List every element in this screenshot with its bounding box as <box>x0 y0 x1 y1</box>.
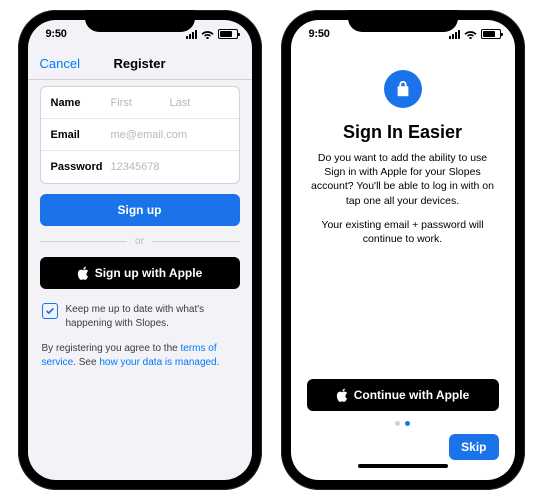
skip-button[interactable]: Skip <box>449 434 498 460</box>
cellular-icon <box>186 30 197 39</box>
terms-text: By registering you agree to the terms of… <box>40 342 240 369</box>
terms-mid: . See <box>73 357 99 368</box>
terms-prefix: By registering you agree to the <box>42 343 181 354</box>
last-name-input[interactable]: Last <box>170 97 229 109</box>
page-dot <box>395 421 400 426</box>
notch <box>85 10 195 32</box>
battery-icon <box>218 29 238 39</box>
cancel-button[interactable]: Cancel <box>40 56 80 71</box>
phone-right: 9:50 Sign In Easier Do you want to add t… <box>281 10 525 490</box>
email-input[interactable]: me@email.com <box>111 129 188 141</box>
battery-icon <box>481 29 501 39</box>
page-title: Register <box>113 56 165 71</box>
register-form: Name First Last Email me@email.com Passw… <box>40 86 240 184</box>
status-time: 9:50 <box>309 28 330 40</box>
phone-left: 9:50 Cancel Register Name First Last <box>18 10 262 490</box>
separator-text: or <box>135 236 144 247</box>
body-text-2: Your existing email + password will cont… <box>307 218 499 246</box>
continue-button-label: Continue with Apple <box>354 388 470 402</box>
signup-button-label: Sign up <box>118 203 162 217</box>
name-row[interactable]: Name First Last <box>41 87 239 119</box>
apple-icon <box>336 388 348 402</box>
headline: Sign In Easier <box>307 122 499 143</box>
first-name-input[interactable]: First <box>111 97 170 109</box>
notch <box>348 10 458 32</box>
cellular-icon <box>449 30 460 39</box>
signup-button[interactable]: Sign up <box>40 194 240 226</box>
email-row[interactable]: Email me@email.com <box>41 119 239 151</box>
signup-apple-button[interactable]: Sign up with Apple <box>40 257 240 289</box>
check-icon <box>45 306 55 316</box>
wifi-icon <box>464 29 477 39</box>
newsletter-checkbox[interactable] <box>42 303 58 319</box>
apple-icon <box>77 266 89 280</box>
screen-register: 9:50 Cancel Register Name First Last <box>28 20 252 480</box>
page-indicator <box>307 421 499 426</box>
body-text-1: Do you want to add the ability to use Si… <box>307 151 499 208</box>
navbar: Cancel Register <box>28 48 252 80</box>
page-dot-active <box>405 421 410 426</box>
home-indicator <box>358 464 448 468</box>
status-time: 9:50 <box>46 28 67 40</box>
terms-suffix: . <box>217 357 220 368</box>
skip-button-label: Skip <box>461 440 486 454</box>
email-label: Email <box>51 129 103 141</box>
password-input[interactable]: 12345678 <box>111 161 160 173</box>
continue-apple-button[interactable]: Continue with Apple <box>307 379 499 411</box>
name-label: Name <box>51 97 103 109</box>
newsletter-label: Keep me up to date with what's happening… <box>66 303 238 330</box>
lock-badge <box>384 70 422 108</box>
apple-button-label: Sign up with Apple <box>95 266 203 280</box>
password-label: Password <box>51 161 103 173</box>
or-separator: or <box>40 236 240 247</box>
lock-icon <box>395 80 411 98</box>
data-link[interactable]: how your data is managed <box>99 357 216 368</box>
wifi-icon <box>201 29 214 39</box>
password-row[interactable]: Password 12345678 <box>41 151 239 183</box>
screen-signin-easier: 9:50 Sign In Easier Do you want to add t… <box>291 20 515 480</box>
